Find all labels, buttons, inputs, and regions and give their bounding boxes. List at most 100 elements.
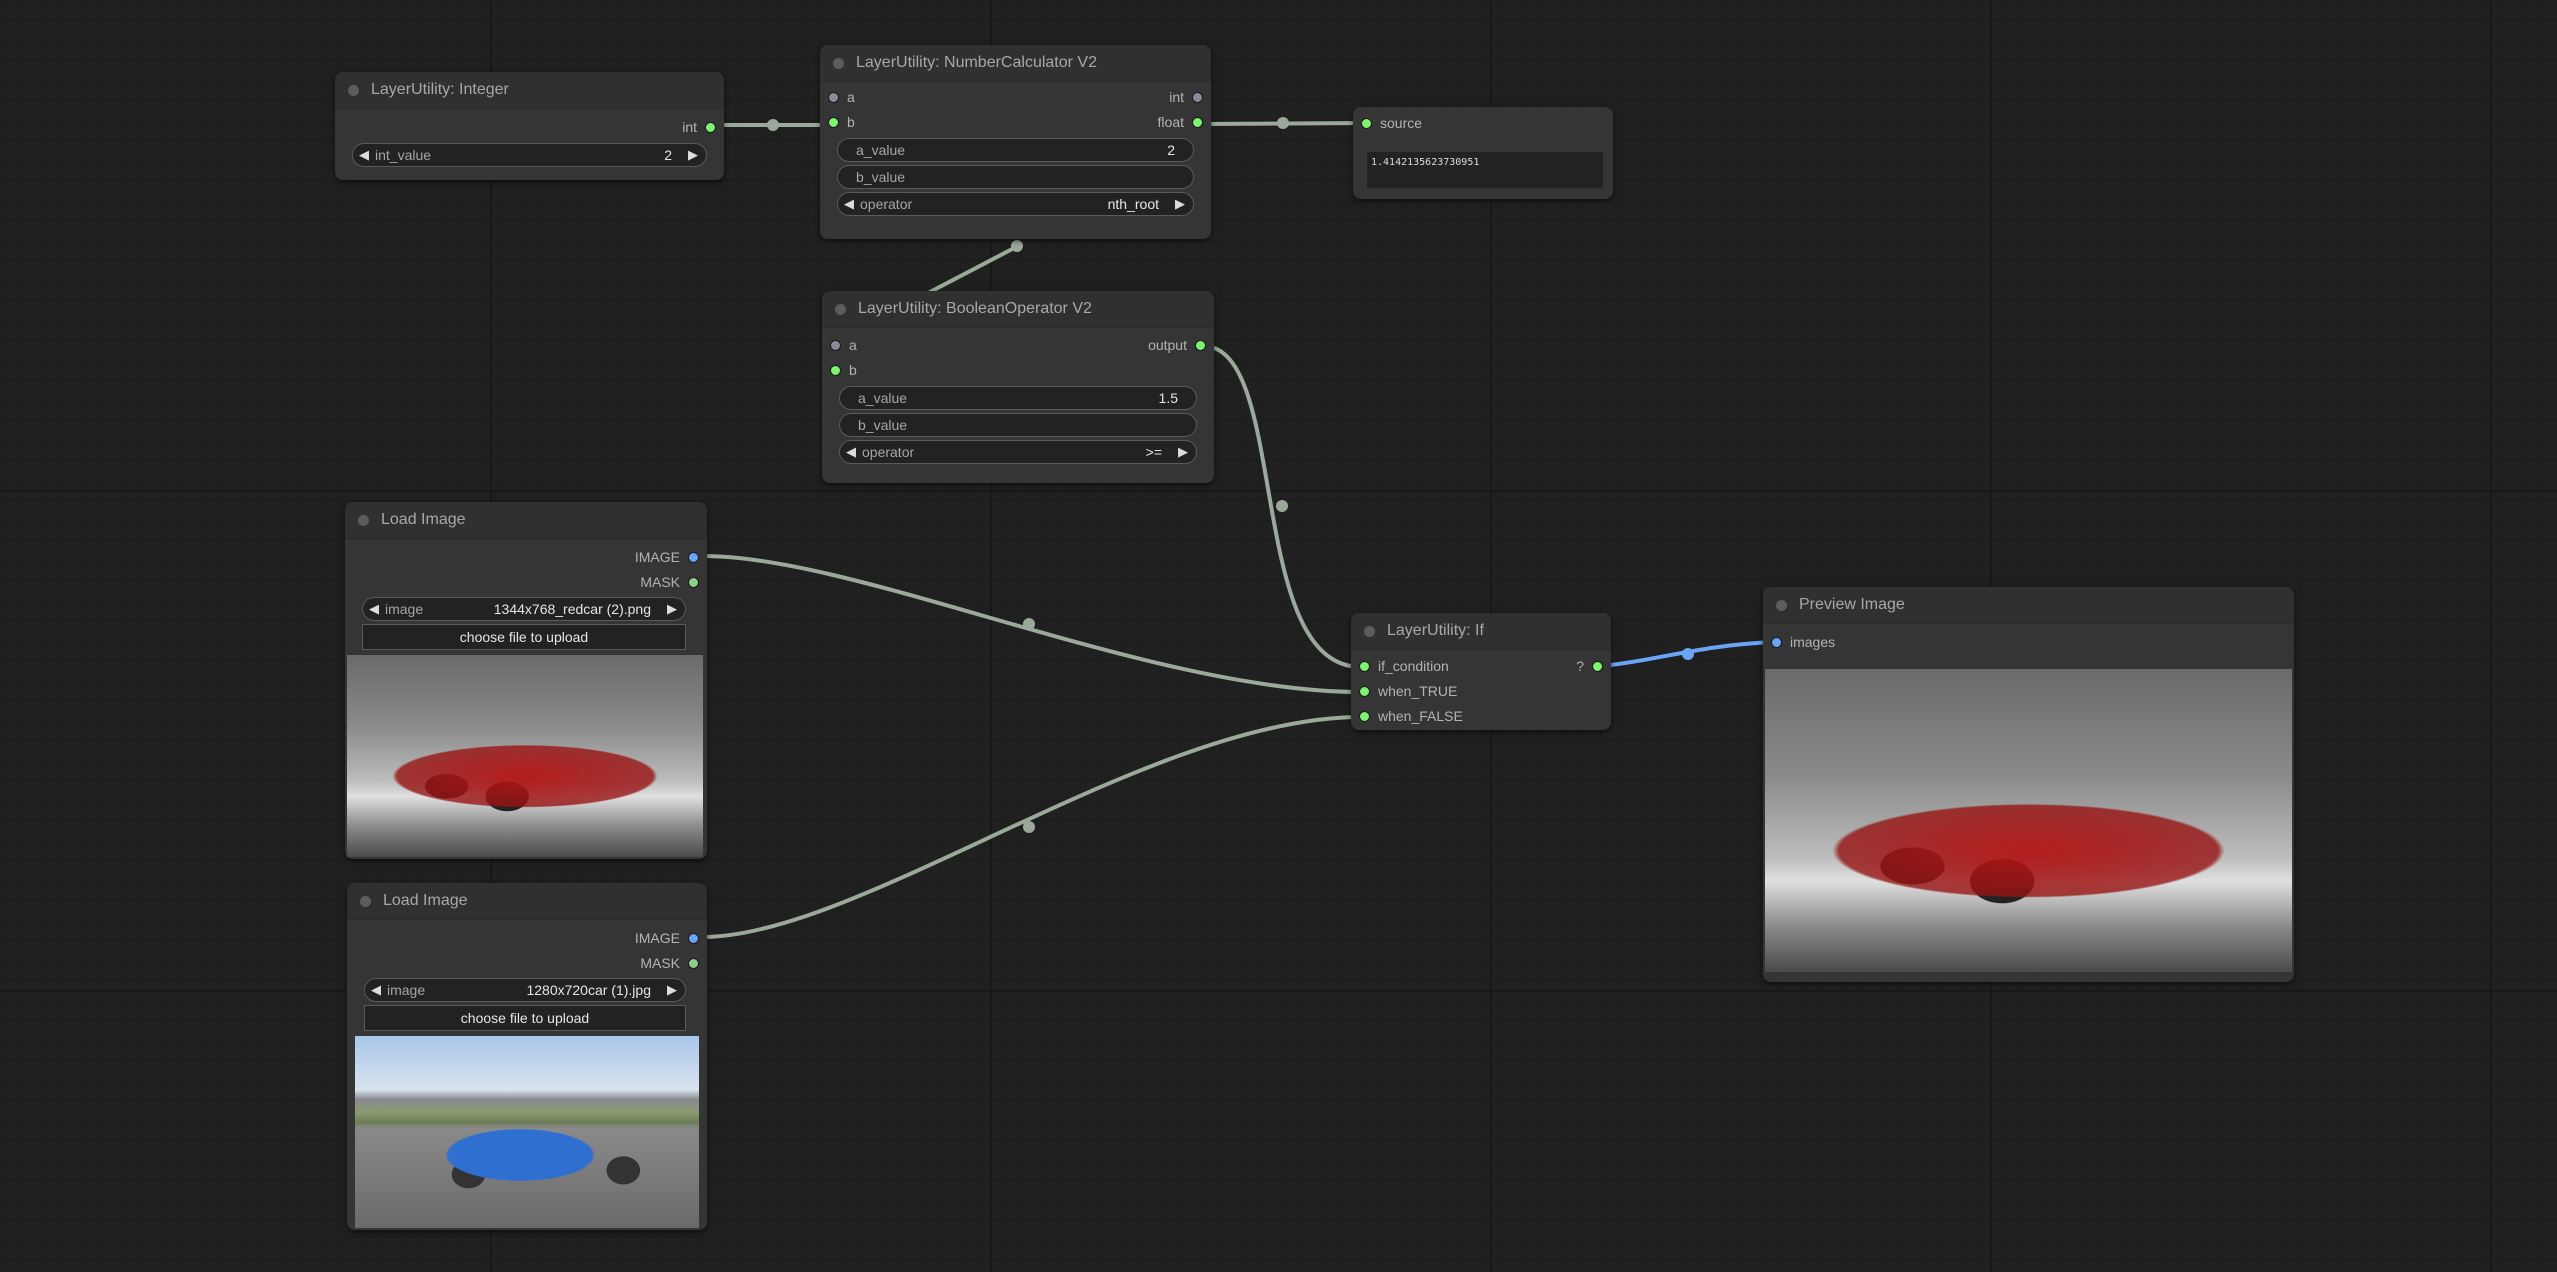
node-title[interactable]: LayerUtility: Integer bbox=[335, 72, 724, 109]
node-integer[interactable]: LayerUtility: Integer int ◀ int_value 2 … bbox=[335, 72, 724, 180]
int-value-widget[interactable]: ◀ int_value 2 ▶ bbox=[352, 143, 707, 167]
node-title[interactable]: LayerUtility: NumberCalculator V2 bbox=[820, 45, 1211, 82]
input-slot-if-condition[interactable]: if_condition bbox=[1359, 654, 1449, 679]
slot-dot-icon[interactable] bbox=[688, 932, 699, 944]
next-option-arrow-icon[interactable]: ▶ bbox=[1175, 193, 1185, 215]
link-midpoint[interactable] bbox=[1277, 117, 1289, 129]
collapse-dot-icon[interactable] bbox=[835, 304, 846, 315]
input-slot-images[interactable]: images bbox=[1771, 630, 1835, 655]
output-slot-int[interactable]: int bbox=[1169, 85, 1203, 110]
slot-dot-icon[interactable] bbox=[1359, 685, 1370, 697]
increment-arrow-icon[interactable]: ▶ bbox=[688, 144, 698, 166]
input-slot-b[interactable]: b bbox=[830, 358, 857, 383]
slot-dot-icon[interactable] bbox=[1192, 91, 1203, 103]
input-slot-a[interactable]: a bbox=[830, 333, 857, 358]
node-title[interactable]: Load Image bbox=[347, 883, 707, 920]
output-slot-output[interactable]: output bbox=[1148, 333, 1206, 358]
node-title[interactable]: LayerUtility: If bbox=[1351, 613, 1611, 650]
next-option-arrow-icon[interactable]: ▶ bbox=[1178, 441, 1188, 463]
next-option-arrow-icon[interactable]: ▶ bbox=[667, 979, 677, 1001]
collapse-dot-icon[interactable] bbox=[360, 896, 371, 907]
slot-dot-icon[interactable] bbox=[828, 116, 839, 128]
link-output-to-if-condition[interactable] bbox=[1201, 344, 1363, 669]
link-float-to-source[interactable] bbox=[1198, 121, 1368, 126]
output-slot-int[interactable]: int bbox=[682, 115, 716, 140]
collapse-dot-icon[interactable] bbox=[1776, 600, 1787, 611]
node-if[interactable]: LayerUtility: If if_condition ? when_TRU… bbox=[1351, 613, 1611, 730]
collapse-dot-icon[interactable] bbox=[358, 515, 369, 526]
next-option-arrow-icon[interactable]: ▶ bbox=[667, 598, 677, 620]
operator-widget[interactable]: ◀ operator nth_root ▶ bbox=[837, 192, 1194, 216]
text-output-box[interactable]: 1.4142135623730951 bbox=[1367, 152, 1603, 189]
slot-dot-icon[interactable] bbox=[1592, 660, 1603, 672]
output-slot-image[interactable]: IMAGE bbox=[635, 545, 699, 570]
upload-button[interactable]: choose file to upload bbox=[364, 1005, 686, 1031]
node-number-calculator[interactable]: LayerUtility: NumberCalculator V2 a int … bbox=[820, 45, 1211, 239]
a-value-widget[interactable]: a_value 2 bbox=[837, 138, 1194, 162]
output-slot-float[interactable]: float bbox=[1158, 110, 1203, 135]
node-load-image-1[interactable]: Load Image IMAGE MASK ◀ image 1344x768_r… bbox=[345, 502, 707, 859]
slot-dot-icon[interactable] bbox=[688, 957, 699, 969]
a-value-widget[interactable]: a_value 1.5 bbox=[839, 386, 1197, 410]
widget-label: a_value bbox=[856, 142, 906, 158]
slot-label: int bbox=[682, 119, 697, 135]
output-slot-image[interactable]: IMAGE bbox=[635, 926, 699, 951]
collapse-dot-icon[interactable] bbox=[348, 85, 359, 96]
input-slot-when-false[interactable]: when_FALSE bbox=[1359, 704, 1463, 729]
link-midpoint[interactable] bbox=[1682, 648, 1694, 660]
slot-dot-icon[interactable] bbox=[688, 551, 699, 563]
slot-label: b bbox=[847, 114, 855, 130]
link-if-to-preview[interactable] bbox=[1600, 640, 1777, 668]
upload-button[interactable]: choose file to upload bbox=[362, 624, 686, 650]
collapse-dot-icon[interactable] bbox=[833, 58, 844, 69]
slot-label: float bbox=[1157, 114, 1184, 130]
output-slot-any[interactable]: ? bbox=[1576, 654, 1603, 679]
prev-option-arrow-icon[interactable]: ◀ bbox=[371, 979, 381, 1001]
node-preview-image[interactable]: Preview Image images bbox=[1763, 587, 2294, 982]
slot-dot-icon[interactable] bbox=[1361, 117, 1372, 129]
b-value-widget[interactable]: b_value bbox=[839, 413, 1197, 437]
operator-widget[interactable]: ◀ operator >= ▶ bbox=[839, 440, 1197, 464]
slot-dot-icon[interactable] bbox=[830, 364, 841, 376]
link-midpoint[interactable] bbox=[1276, 500, 1288, 512]
slot-label: if_condition bbox=[1378, 658, 1449, 674]
slot-dot-icon[interactable] bbox=[688, 576, 699, 588]
link-midpoint[interactable] bbox=[1023, 821, 1035, 833]
slot-label: MASK bbox=[640, 574, 680, 590]
input-slot-when-true[interactable]: when_TRUE bbox=[1359, 679, 1457, 704]
input-slot-b[interactable]: b bbox=[828, 110, 855, 135]
slot-label: output bbox=[1148, 337, 1187, 353]
input-slot-source[interactable]: source bbox=[1361, 111, 1422, 136]
link-image2-to-when-false[interactable] bbox=[701, 715, 1363, 939]
slot-dot-icon[interactable] bbox=[1359, 660, 1370, 672]
slot-dot-icon[interactable] bbox=[1771, 636, 1782, 648]
prev-option-arrow-icon[interactable]: ◀ bbox=[844, 193, 854, 215]
node-title[interactable]: Preview Image bbox=[1763, 587, 2294, 624]
b-value-widget[interactable]: b_value bbox=[837, 165, 1194, 189]
link-midpoint[interactable] bbox=[1023, 618, 1035, 630]
slot-dot-icon[interactable] bbox=[705, 121, 716, 133]
node-show-text[interactable]: source 1.4142135623730951 bbox=[1353, 107, 1613, 199]
slot-dot-icon[interactable] bbox=[1359, 710, 1370, 722]
slot-dot-icon[interactable] bbox=[1192, 116, 1203, 128]
collapse-dot-icon[interactable] bbox=[1364, 626, 1375, 637]
node-title[interactable]: LayerUtility: BooleanOperator V2 bbox=[822, 291, 1214, 328]
node-boolean-operator[interactable]: LayerUtility: BooleanOperator V2 a outpu… bbox=[822, 291, 1214, 483]
link-image1-to-when-true[interactable] bbox=[701, 554, 1363, 694]
image-select-widget[interactable]: ◀ image 1280x720car (1).jpg ▶ bbox=[364, 978, 686, 1002]
link-float-to-bool-a[interactable] bbox=[928, 244, 1020, 294]
prev-option-arrow-icon[interactable]: ◀ bbox=[846, 441, 856, 463]
slot-dot-icon[interactable] bbox=[1195, 339, 1206, 351]
node-title[interactable]: Load Image bbox=[345, 502, 707, 539]
node-load-image-2[interactable]: Load Image IMAGE MASK ◀ image 1280x720ca… bbox=[347, 883, 707, 1230]
slot-dot-icon[interactable] bbox=[830, 339, 841, 351]
decrement-arrow-icon[interactable]: ◀ bbox=[359, 144, 369, 166]
output-slot-mask[interactable]: MASK bbox=[640, 570, 699, 595]
output-slot-mask[interactable]: MASK bbox=[640, 951, 699, 976]
slot-dot-icon[interactable] bbox=[828, 91, 839, 103]
image-select-widget[interactable]: ◀ image 1344x768_redcar (2).png ▶ bbox=[362, 597, 686, 621]
prev-option-arrow-icon[interactable]: ◀ bbox=[369, 598, 379, 620]
link-midpoint[interactable] bbox=[767, 119, 779, 131]
link-midpoint[interactable] bbox=[1011, 240, 1023, 252]
input-slot-a[interactable]: a bbox=[828, 85, 855, 110]
